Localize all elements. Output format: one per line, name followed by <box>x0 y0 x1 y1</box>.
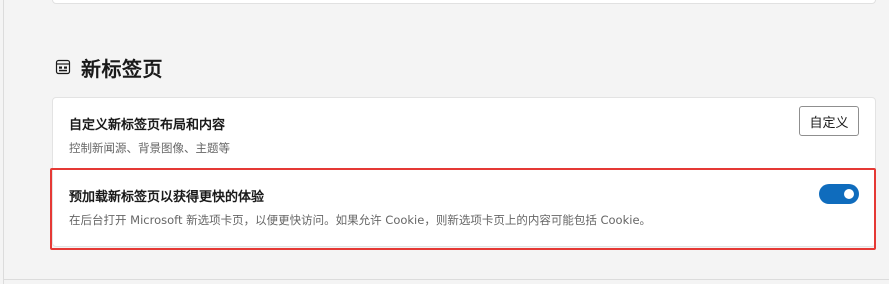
customize-row-subtitle: 控制新闻源、背景图像、主题等 <box>69 141 230 155</box>
customize-button[interactable]: 自定义 <box>799 106 859 136</box>
previous-settings-card <box>52 0 876 4</box>
row-divider <box>53 169 875 170</box>
preload-row-subtitle: 在后台打开 Microsoft 新选项卡页，以便更快访问。如果允许 Cookie… <box>69 213 652 227</box>
section-title: 新标签页 <box>81 56 163 81</box>
preload-toggle[interactable] <box>819 184 859 204</box>
new-tab-settings-card: 自定义新标签页布局和内容 控制新闻源、背景图像、主题等 自定义 预加载新标签页以… <box>52 97 876 247</box>
content-left-border <box>3 0 4 284</box>
content-bottom-border <box>3 279 889 280</box>
preload-row-title: 预加载新标签页以获得更快的体验 <box>69 190 265 205</box>
toggle-knob <box>844 189 854 199</box>
new-tab-page-icon <box>55 59 71 75</box>
customize-row-title: 自定义新标签页布局和内容 <box>69 118 226 133</box>
section-header: 新标签页 <box>55 52 163 82</box>
